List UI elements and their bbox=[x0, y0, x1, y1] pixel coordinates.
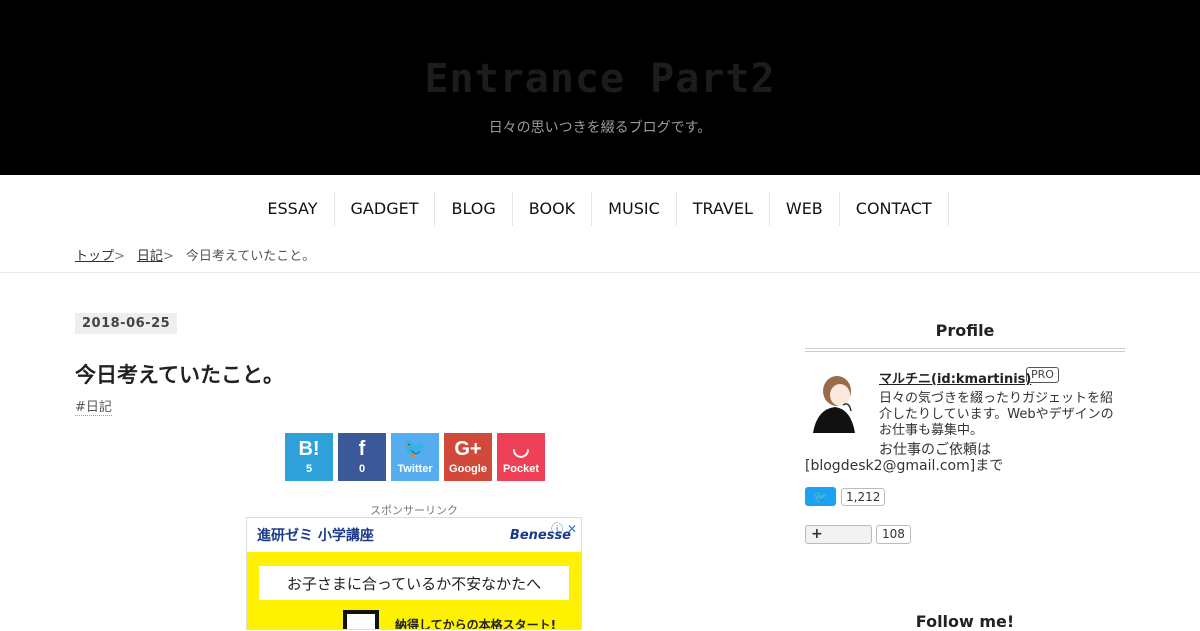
site-title[interactable]: Entrance Part2 bbox=[0, 56, 1200, 102]
sidebar-profile-title: Profile bbox=[935, 321, 995, 340]
ad-bottom-text: 納得してからの本格スタート! bbox=[395, 618, 557, 630]
plus-icon: + bbox=[811, 526, 823, 542]
sidebar-title-rule bbox=[805, 348, 1125, 352]
ad-banner[interactable]: 進研ゼミ 小学講座 Benesse ⓘ ✕ お子さまに合っているか不安なかたへ … bbox=[246, 517, 582, 630]
twitter-follow-icon: 🐦 bbox=[813, 489, 828, 504]
google-plus-icon: G+ bbox=[454, 438, 482, 460]
facebook-icon: f bbox=[358, 438, 366, 460]
hatena-bookmark-icon: B! bbox=[298, 438, 320, 460]
sidebar-follow-title: Follow me! bbox=[915, 612, 1015, 631]
twitter-share-button[interactable]: 🐦 Twitter bbox=[391, 433, 439, 481]
breadcrumb: トップ> 日記> 今日考えていたこと。 bbox=[75, 245, 315, 264]
nav-item-essay[interactable]: ESSAY bbox=[251, 192, 335, 226]
entry-date[interactable]: 2018-06-25 bbox=[75, 313, 178, 334]
ad-bubble: お子さまに合っているか不安なかたへ bbox=[259, 566, 569, 600]
pocket-share-button[interactable]: ◡ Pocket bbox=[497, 433, 545, 481]
breadcrumb-current: 今日考えていたこと。 bbox=[185, 249, 316, 264]
avatar[interactable] bbox=[805, 371, 861, 433]
nav-item-travel[interactable]: TRAVEL bbox=[677, 192, 770, 226]
ad-close-icon[interactable]: ⓘ ✕ bbox=[551, 520, 577, 537]
entry-title[interactable]: 今日考えていたこと。 bbox=[75, 359, 284, 389]
google-plus-share-button[interactable]: G+ Google bbox=[444, 433, 492, 481]
hatena-bookmark-button[interactable]: B! 5 bbox=[285, 433, 333, 481]
ad-header: 進研ゼミ 小学講座 Benesse bbox=[247, 518, 581, 552]
pocket-share-label: Pocket bbox=[502, 463, 540, 475]
nav-item-book[interactable]: BOOK bbox=[513, 192, 593, 226]
breadcrumb-top[interactable]: トップ bbox=[75, 249, 114, 264]
nav-item-gadget[interactable]: GADGET bbox=[335, 192, 436, 226]
nav-item-web[interactable]: WEB bbox=[770, 192, 840, 226]
nav-item-contact[interactable]: CONTACT bbox=[840, 192, 949, 226]
ad-number-graphic bbox=[343, 610, 379, 629]
site-description: 日々の思いつきを綴るブログです。 bbox=[488, 120, 712, 136]
nav-item-music[interactable]: MUSIC bbox=[592, 192, 677, 226]
breadcrumb-separator: > bbox=[114, 249, 125, 264]
nav-item-blog[interactable]: BLOG bbox=[435, 192, 513, 226]
pro-badge: PRO bbox=[1026, 367, 1059, 383]
twitter-share-label: Twitter bbox=[397, 463, 433, 475]
header-divider bbox=[0, 272, 1200, 273]
share-buttons: B! 5 f 0 🐦 Twitter G+ Google ◡ Pocket bbox=[285, 433, 545, 481]
hatena-follower-count: 108 bbox=[876, 525, 911, 544]
breadcrumb-category[interactable]: 日記 bbox=[137, 249, 163, 264]
google-plus-share-label: Google bbox=[449, 463, 487, 475]
global-nav: ESSAY GADGET BLOG BOOK MUSIC TRAVEL WEB … bbox=[0, 175, 1200, 243]
twitter-follower-count: 1,212 bbox=[841, 488, 886, 506]
ad-brand-left: 進研ゼミ 小学講座 bbox=[257, 528, 374, 544]
facebook-share-button[interactable]: f 0 bbox=[338, 433, 386, 481]
entry-category-tag[interactable]: #日記 bbox=[75, 396, 112, 416]
hatena-bookmark-count: 5 bbox=[305, 463, 313, 475]
profile-name-link[interactable]: マルチニ(id:kmartinis) bbox=[879, 368, 1031, 387]
profile-email: [blogdesk2@gmail.com]まで bbox=[805, 458, 1004, 474]
twitter-follow-button[interactable]: 🐦 bbox=[805, 487, 836, 506]
profile-description: 日々の気づきを綴ったりガジェットを紹介したりしています。Webやデザインのお仕事… bbox=[879, 391, 1114, 438]
twitter-icon: 🐦 bbox=[402, 438, 428, 460]
pocket-icon: ◡ bbox=[512, 438, 530, 460]
hatena-follow-button[interactable]: + bbox=[805, 525, 872, 544]
facebook-share-count: 0 bbox=[358, 463, 366, 475]
ad-label: スポンサーリンク bbox=[370, 504, 458, 517]
breadcrumb-separator: > bbox=[162, 249, 174, 264]
avatar-illustration-icon bbox=[813, 376, 855, 433]
site-header: Entrance Part2 日々の思いつきを綴るブログです。 bbox=[0, 0, 1200, 175]
